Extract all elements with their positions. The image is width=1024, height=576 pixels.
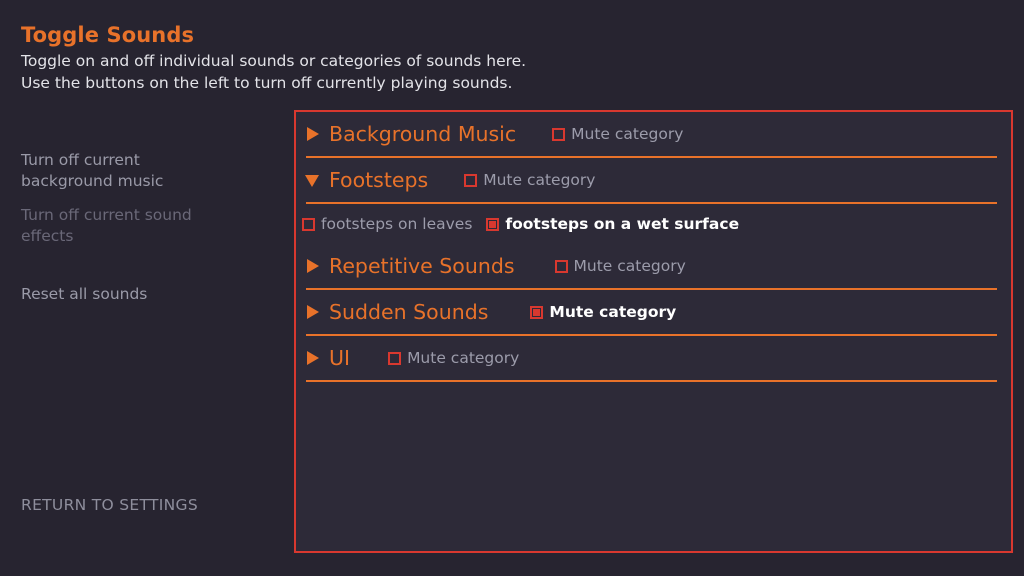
triangle-right-icon[interactable] (305, 350, 321, 366)
category-header-row[interactable]: UI Mute category (296, 336, 1011, 380)
sidebar-button-2[interactable]: Reset all sounds (21, 284, 236, 305)
category-list: Background Music Mute category Footsteps Mu… (296, 112, 1011, 382)
subtitle-line-2: Use the buttons on the left to turn off … (21, 73, 513, 92)
mute-category-label: Mute category (573, 257, 686, 275)
triangle-right-icon[interactable] (305, 126, 321, 142)
mute-category-checkbox[interactable]: Mute category (552, 125, 683, 143)
triangle-right-icon[interactable] (305, 304, 321, 320)
category-header-row[interactable]: Background Music Mute category (296, 112, 1011, 156)
mute-category-label: Mute category (549, 303, 677, 321)
category-divider (306, 380, 997, 382)
checkbox-checked-icon[interactable] (530, 305, 544, 319)
category-block: Footsteps Mute category footsteps on leave… (296, 158, 1011, 244)
subtitle-line-1: Toggle on and off individual sounds or c… (21, 52, 527, 70)
category-name: Repetitive Sounds (329, 254, 515, 278)
sidebar-button-0[interactable]: Turn off current background music (21, 150, 236, 191)
mute-category-label: Mute category (571, 125, 684, 143)
sound-toggle[interactable]: footsteps on a wet surface (486, 215, 739, 233)
sidebar-button-1: Turn off current sound effects (21, 206, 192, 245)
sound-toggle[interactable]: footsteps on leaves (302, 215, 472, 233)
mute-category-label: Mute category (483, 171, 596, 189)
category-name: UI (329, 346, 351, 370)
category-name: Footsteps (329, 168, 429, 192)
category-header-row[interactable]: Sudden Sounds Mute category (296, 290, 1011, 334)
category-block: UI Mute category (296, 336, 1011, 382)
page-title: Toggle Sounds (21, 23, 195, 47)
checkbox-checked-icon[interactable] (486, 217, 500, 231)
checkbox-unchecked-icon[interactable] (388, 351, 402, 365)
checkbox-unchecked-icon[interactable] (302, 217, 315, 231)
checkbox-unchecked-icon[interactable] (552, 127, 566, 141)
category-block: Repetitive Sounds Mute category (296, 244, 1011, 290)
category-header-row[interactable]: Repetitive Sounds Mute category (296, 244, 1011, 288)
category-name: Background Music (329, 122, 517, 146)
sound-label: footsteps on a wet surface (505, 215, 740, 233)
category-block: Sudden Sounds Mute category (296, 290, 1011, 336)
header: Toggle Sounds Toggle on and off individu… (21, 22, 661, 94)
sound-label: footsteps on leaves (321, 215, 473, 233)
return-to-settings-button[interactable]: RETURN TO SETTINGS (21, 495, 236, 516)
triangle-right-icon[interactable] (305, 258, 321, 274)
sound-categories-panel: Background Music Mute category Footsteps Mu… (294, 110, 1013, 553)
category-header-row[interactable]: Footsteps Mute category (296, 158, 1011, 202)
mute-category-checkbox[interactable]: Mute category (464, 171, 595, 189)
category-name: Sudden Sounds (329, 300, 489, 324)
mute-category-label: Mute category (407, 349, 520, 367)
category-block: Background Music Mute category (296, 112, 1011, 158)
checkbox-unchecked-icon[interactable] (464, 173, 478, 187)
checkbox-unchecked-icon[interactable] (554, 259, 568, 273)
mute-category-checkbox[interactable]: Mute category (388, 349, 519, 367)
mute-category-checkbox[interactable]: Mute category (530, 303, 676, 321)
triangle-down-icon[interactable] (305, 172, 321, 188)
mute-category-checkbox[interactable]: Mute category (554, 257, 686, 275)
sidebar: Turn off current background music Turn of… (21, 150, 271, 319)
sound-item-row: footsteps on leaves footsteps on a wet su… (296, 204, 1011, 244)
